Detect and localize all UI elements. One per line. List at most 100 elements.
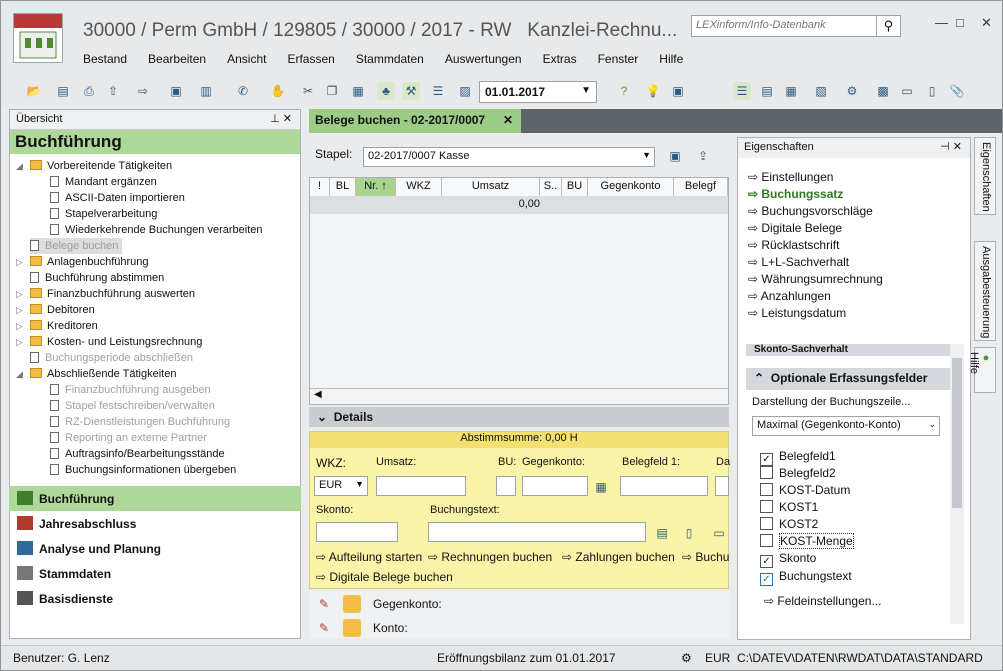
search-icon[interactable]: ⚲	[876, 16, 900, 36]
tree-item[interactable]: Reporting an externe Partner	[50, 430, 207, 446]
tree-item[interactable]: RZ-Dienstleistungen Buchführung	[50, 414, 230, 430]
tree-item[interactable]: ▷ Debitoren	[16, 302, 95, 318]
chart-icon[interactable]: ▩	[874, 82, 892, 100]
menu-extras[interactable]: Extras	[543, 52, 577, 66]
bu-input[interactable]	[496, 476, 516, 496]
menu-stammdaten[interactable]: Stammdaten	[356, 52, 424, 66]
help-icon[interactable]: ?	[615, 82, 633, 100]
tree-item[interactable]: ▷ Anlagenbuchführung	[16, 254, 149, 270]
maximize-button[interactable]: □	[956, 15, 964, 30]
column-header[interactable]: Umsatz	[442, 178, 540, 196]
export-icon[interactable]: ▣	[167, 82, 185, 100]
checkbox-kost-menge[interactable]: KOST-Menge	[760, 533, 854, 549]
prop-vorschlaege[interactable]: ⇨ Buchungsvorschläge	[748, 204, 873, 218]
nav-jahresabschluss[interactable]: Jahresabschluss	[9, 511, 301, 536]
tree-item[interactable]: Auftragsinfo/Bearbeitungsstände	[50, 446, 225, 462]
menu-auswertungen[interactable]: Auswertungen	[445, 52, 522, 66]
print-preview-icon[interactable]: ▤	[54, 82, 72, 100]
checkbox-belegfeld2[interactable]: Belegfeld2	[760, 466, 836, 480]
folder-icon[interactable]	[343, 619, 361, 637]
nav-buchfuehrung[interactable]: Buchführung	[9, 486, 301, 511]
tree-item[interactable]: ▷ Kosten- und Leistungsrechnung	[16, 334, 202, 350]
column-header[interactable]: WKZ	[396, 178, 442, 196]
prop-ruecklastschrift[interactable]: ⇨ Rücklastschrift	[748, 238, 839, 252]
column-header-sorted[interactable]: Nr. ↑	[356, 178, 396, 196]
edit-icon[interactable]: ✎	[315, 595, 333, 613]
buchungstext-input[interactable]	[428, 522, 646, 542]
link-buchu[interactable]: ⇨ Buchu	[682, 550, 729, 564]
prop-leistungsdatum[interactable]: ⇨ Leistungsdatum	[748, 306, 846, 320]
edit-icon[interactable]: ✎	[315, 619, 333, 637]
menu-erfassen[interactable]: Erfassen	[287, 52, 334, 66]
link-zahlungen[interactable]: ⇨ Zahlungen buchen	[562, 550, 675, 564]
print-icon[interactable]: ⎙	[80, 82, 98, 100]
tree-item-selected[interactable]: Belege buchen	[30, 238, 123, 254]
menu-bearbeiten[interactable]: Bearbeiten	[148, 52, 206, 66]
wkz-select[interactable]: EUR ▼	[314, 476, 368, 496]
darstellung-select[interactable]: Maximal (Gegenkonto-Konto) ⌄	[752, 416, 940, 436]
column-header[interactable]: Gegenkonto	[588, 178, 674, 196]
phone-icon[interactable]: ✆	[234, 82, 252, 100]
tree-item[interactable]: Buchführung abstimmen	[30, 270, 164, 286]
grid-scrollbar[interactable]: ◀	[310, 388, 728, 404]
folder-icon[interactable]: ▭	[898, 82, 916, 100]
menu-ansicht[interactable]: Ansicht	[227, 52, 266, 66]
tree-item[interactable]: Buchungsperiode abschließen	[30, 350, 193, 366]
lex-icon[interactable]: ▣	[669, 82, 687, 100]
collapse-icon[interactable]: ⌄	[317, 410, 327, 424]
datum-input[interactable]	[715, 476, 729, 496]
date-input[interactable]: 01.01.2017 ▼	[479, 81, 597, 103]
lexinform-search[interactable]: LEXinform/Info-Datenbank ⚲	[691, 15, 901, 37]
gegenkonto-input[interactable]	[522, 476, 588, 496]
close-tab-icon[interactable]: ✕	[503, 113, 513, 127]
list-view-icon[interactable]: ☰	[733, 82, 751, 100]
export2-icon[interactable]: ▥	[197, 82, 215, 100]
tree-item[interactable]: Buchungsinformationen übergeben	[50, 462, 236, 478]
belegfeld1-input[interactable]	[620, 476, 708, 496]
forward-icon[interactable]: ⇨	[134, 82, 152, 100]
collapse-icon[interactable]: ⌃	[754, 371, 764, 385]
text-icon[interactable]: ▤	[653, 524, 671, 542]
sidetab-hilfe[interactable]: ● Hilfe	[968, 347, 996, 393]
link-aufteilung[interactable]: ⇨ Aufteilung starten	[316, 550, 422, 564]
checkbox-buchungstext[interactable]: ✓ Buchungstext	[760, 569, 852, 586]
nav-basisdienste[interactable]: Basisdienste	[9, 586, 301, 611]
chevron-down-icon[interactable]: ▼	[581, 85, 591, 96]
stapel-edit-icon[interactable]: ▣	[666, 147, 684, 165]
open-icon[interactable]: 📂	[25, 82, 43, 100]
tree-item[interactable]: ASCII-Daten importieren	[50, 190, 185, 206]
calendar-icon[interactable]: ▨	[456, 82, 474, 100]
column-header[interactable]: BU	[562, 178, 588, 196]
prop-ll-sachverhalt[interactable]: ⇨ L+L-Sachverhalt	[748, 255, 849, 269]
section-optional-fields[interactable]: ⌃ Optionale Erfassungsfelder	[746, 368, 964, 390]
paste-icon[interactable]: ▦	[349, 82, 367, 100]
umsatz-input[interactable]	[376, 476, 466, 496]
menu-bestand[interactable]: Bestand	[83, 52, 127, 66]
prop-buchungssatz[interactable]: ⇨ Buchungssatz	[748, 187, 843, 201]
lightbulb-icon[interactable]: 💡	[644, 82, 662, 100]
column-header[interactable]: BL	[330, 178, 356, 196]
tree-item[interactable]: ▷ Kreditoren	[16, 318, 98, 334]
sidetab-ausgabesteuerung[interactable]: Ausgabesteuerung	[974, 241, 996, 341]
list-icon[interactable]: ☰	[429, 82, 447, 100]
section-skonto[interactable]: Skonto-Sachverhalt	[746, 344, 964, 356]
minimize-button[interactable]: —	[935, 15, 948, 30]
tree-item[interactable]: ◢ Abschließende Tätigkeiten	[16, 366, 176, 382]
skonto-input[interactable]	[316, 522, 398, 542]
sidetab-eigenschaften[interactable]: Eigenschaften	[974, 137, 996, 215]
details-header[interactable]: ⌄ Details	[309, 407, 729, 427]
calculator-icon[interactable]: ▧	[812, 82, 830, 100]
checkbox-kost1[interactable]: KOST1	[760, 500, 818, 514]
checkbox-belegfeld1[interactable]: ✓ Belegfeld1	[760, 449, 836, 466]
grid-view-icon[interactable]: ▤	[758, 82, 776, 100]
pin-close-icons[interactable]: ⊣ ✕	[940, 140, 962, 153]
prop-digitale-belege[interactable]: ⇨ Digitale Belege	[748, 221, 842, 235]
link-digitale-belege[interactable]: ⇨ Digitale Belege buchen	[316, 570, 453, 584]
menu-fenster[interactable]: Fenster	[598, 52, 639, 66]
menu-hilfe[interactable]: Hilfe	[659, 52, 683, 66]
cut-icon[interactable]: ✂	[299, 82, 317, 100]
stapel-select[interactable]: 02-2017/0007 Kasse ▼	[363, 147, 655, 167]
attachment-icon[interactable]: 📎	[948, 82, 966, 100]
tree-icon[interactable]: ♣	[377, 82, 395, 100]
upload-icon[interactable]: ⇧	[104, 82, 122, 100]
